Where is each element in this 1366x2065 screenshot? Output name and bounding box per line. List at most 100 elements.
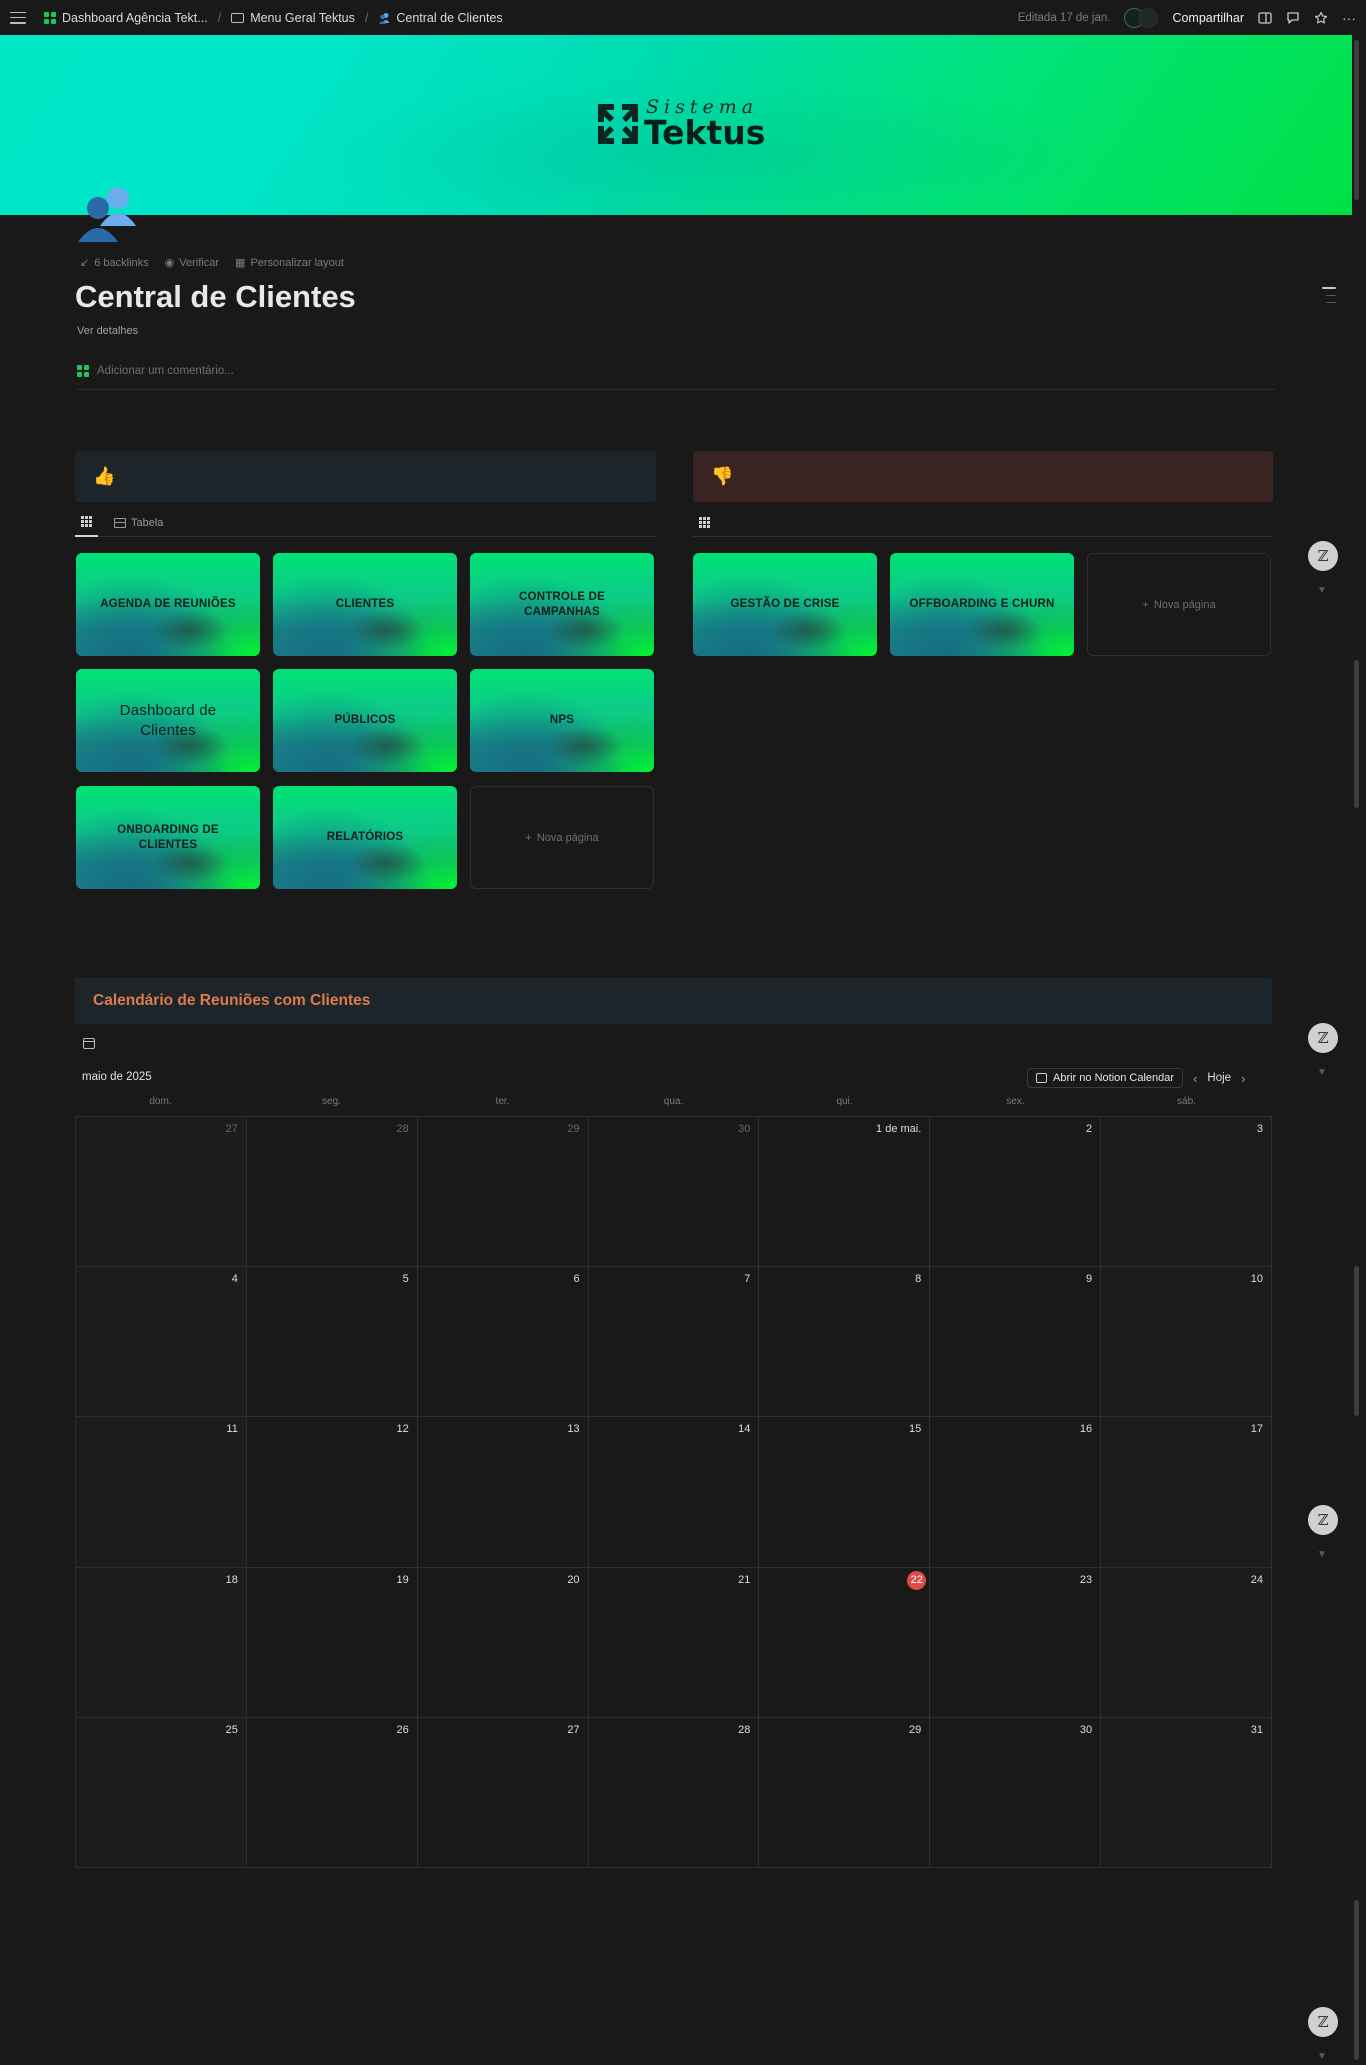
calendar-day-cell[interactable]: 29 [417, 1117, 589, 1268]
calendar-day-cell[interactable]: 21 [588, 1567, 760, 1718]
tektus-brand: Sistema Tektus [596, 98, 765, 149]
calendar-day-cell[interactable]: 15 [759, 1417, 931, 1568]
calendar-day-cell[interactable]: 18 [76, 1567, 247, 1718]
calendar-day-cell[interactable]: 27 [76, 1117, 247, 1268]
ai-assistant-icon[interactable]: ℤ [1308, 541, 1338, 571]
new-page-label: Nova página [536, 831, 599, 844]
table-of-contents[interactable] [1322, 287, 1336, 303]
calendar-day-cell[interactable]: 13 [417, 1417, 589, 1568]
calendar-day-cell[interactable]: 14 [588, 1417, 760, 1568]
breadcrumb-item-central[interactable]: Central de Clientes [378, 11, 503, 25]
calendar-day-cell[interactable]: 22 [759, 1567, 931, 1718]
day-number: 16 [1079, 1423, 1093, 1436]
ai-assistant-icon[interactable]: ℤ [1308, 1023, 1338, 1053]
top-bar: Dashboard Agência Tekt... / Menu Geral T… [0, 0, 1366, 35]
calendar-day-cell[interactable]: 2 [930, 1117, 1102, 1268]
calendar-day-cell[interactable]: 11 [76, 1417, 247, 1568]
more-options-icon[interactable]: ··· [1342, 11, 1356, 25]
day-number: 12 [396, 1423, 409, 1436]
calendar-day-cell[interactable]: 28 [246, 1117, 418, 1268]
day-number: 22 [907, 1570, 927, 1590]
ai-assistant-icon[interactable]: ℤ [1308, 2007, 1338, 2037]
scrollbar-thumb[interactable] [1354, 660, 1359, 808]
gallery-card-onboarding[interactable]: ONBOARDING DE CLIENTES [76, 786, 260, 889]
calendar-day-cell[interactable]: 23 [930, 1567, 1102, 1718]
calendar-day-cell[interactable]: 27 [417, 1717, 589, 1868]
ai-assistant-icon[interactable]: ℤ [1308, 1505, 1338, 1535]
calendar-day-cell[interactable]: 30 [588, 1117, 760, 1268]
tab-gallery[interactable] [693, 509, 716, 537]
collaborator-avatars[interactable] [1124, 7, 1159, 28]
calendar-day-cell[interactable]: 8 [759, 1267, 931, 1418]
verify-label: Verificar [179, 256, 219, 269]
calendar-day-cell[interactable]: 12 [246, 1417, 418, 1568]
today-button[interactable]: Hoje [1207, 1072, 1231, 1084]
people-icon[interactable] [76, 180, 140, 244]
card-title: RELATÓRIOS [326, 831, 404, 844]
day-number: 2 [1086, 1123, 1093, 1135]
calendar-day-cell[interactable]: 29 [759, 1717, 931, 1868]
calendar-day-cell[interactable]: 9 [930, 1267, 1102, 1418]
calendar-day-cell[interactable]: 25 [76, 1717, 247, 1868]
share-button[interactable]: Compartilhar [1172, 11, 1244, 25]
breadcrumb: Dashboard Agência Tekt... / Menu Geral T… [10, 11, 503, 25]
customize-layout-button[interactable]: ▦ Personalizar layout [235, 256, 344, 270]
gallery-card-campanhas[interactable]: CONTROLE DE CAMPANHAS [470, 553, 654, 656]
gallery-card-publicos[interactable]: PÚBLICOS [273, 669, 457, 772]
caret-down-icon: ▼ [1317, 585, 1327, 596]
calendar-day-cell[interactable]: 5 [246, 1267, 418, 1418]
day-number: 29 [909, 1723, 922, 1736]
scrollbar-thumb[interactable] [1354, 1900, 1359, 2060]
comment-icon[interactable] [1286, 11, 1300, 25]
calendar-day-cell[interactable]: 26 [246, 1717, 418, 1868]
gallery-grid-icon [699, 517, 710, 528]
calendar-day-cell[interactable]: 10 [1101, 1267, 1272, 1418]
calendar-day-cell[interactable]: 19 [246, 1567, 418, 1718]
page-title[interactable]: Central de Clientes [75, 279, 356, 315]
calendar-day-cell[interactable]: 3 [1101, 1117, 1272, 1268]
scrollbar-thumb[interactable] [1354, 40, 1359, 200]
gallery-card-agenda[interactable]: AGENDA DE REUNIÕES [76, 553, 260, 656]
calendar-day-cell[interactable]: 20 [417, 1567, 589, 1718]
new-page-button[interactable]: + Nova página [470, 786, 654, 889]
comment-placeholder: Adicionar um comentário... [97, 364, 234, 377]
day-number: 8 [915, 1273, 922, 1286]
calendar-view-icon[interactable] [83, 1038, 95, 1049]
calendar-day-cell[interactable]: 17 [1101, 1417, 1272, 1568]
sidebar-panel-icon[interactable] [1258, 11, 1272, 25]
calendar-day-cell[interactable]: 16 [930, 1417, 1102, 1568]
calendar-day-cell[interactable]: 31 [1101, 1717, 1272, 1868]
calendar-day-cell[interactable]: 24 [1101, 1567, 1272, 1718]
backlinks-link[interactable]: ↙ 6 backlinks [80, 256, 149, 270]
open-notion-calendar-button[interactable]: Abrir no Notion Calendar [1027, 1068, 1184, 1088]
menu-icon[interactable] [10, 11, 26, 24]
calendar-day-cell[interactable]: 1 de mai. [759, 1117, 931, 1268]
day-number: 9 [1086, 1273, 1093, 1286]
gallery-card-clientes[interactable]: CLIENTES [273, 553, 457, 656]
tektus-logo-icon [77, 364, 89, 377]
calendar-day-cell[interactable]: 28 [588, 1717, 760, 1868]
calendar-day-cell[interactable]: 4 [76, 1267, 247, 1418]
comment-input-row[interactable]: Adicionar um comentário... [77, 358, 1275, 390]
gallery-card-offboarding[interactable]: OFFBOARDING E CHURN [890, 553, 1074, 656]
view-details-link[interactable]: Ver detalhes [77, 325, 138, 337]
chevron-right-icon[interactable]: › [1241, 1071, 1245, 1086]
new-page-button[interactable]: + Nova página [1087, 553, 1271, 656]
tab-table[interactable]: Tabela [108, 509, 169, 537]
breadcrumb-item-dashboard[interactable]: Dashboard Agência Tekt... [44, 11, 208, 25]
chevron-left-icon[interactable]: ‹ [1193, 1071, 1197, 1086]
verify-button[interactable]: ◉ Verificar [165, 256, 219, 270]
calendar-day-cell[interactable]: 30 [930, 1717, 1102, 1868]
gallery-card-relatorios[interactable]: RELATÓRIOS [273, 786, 457, 889]
gallery-card-nps[interactable]: NPS [470, 669, 654, 772]
breadcrumb-item-menu-geral[interactable]: Menu Geral Tektus [231, 11, 355, 25]
scrollbar-thumb[interactable] [1354, 1266, 1359, 1416]
plus-icon: + [1142, 598, 1149, 611]
star-icon[interactable] [1314, 11, 1328, 25]
gallery-card-gestao-crise[interactable]: GESTÃO DE CRISE [693, 553, 877, 656]
backlink-arrow-icon: ↙ [80, 257, 90, 269]
calendar-day-cell[interactable]: 6 [417, 1267, 589, 1418]
tab-gallery[interactable] [75, 509, 98, 537]
gallery-card-dashboard[interactable]: Dashboard de Clientes [76, 669, 260, 772]
calendar-day-cell[interactable]: 7 [588, 1267, 760, 1418]
